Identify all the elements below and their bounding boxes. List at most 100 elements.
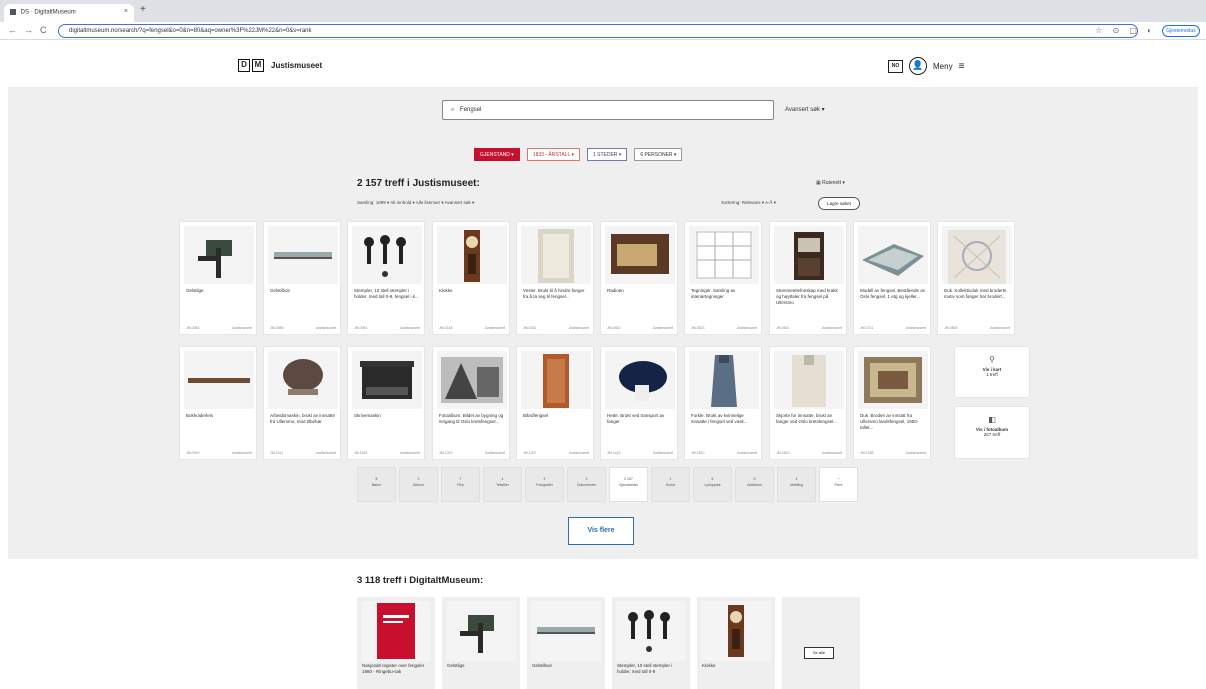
type-chip[interactable]: 2 157 Gjenstander — [609, 467, 648, 502]
result-card[interactable]: Forkle. Brukt av kvinnelige innsatte i f… — [684, 346, 762, 460]
result-card[interactable]: Båndfengsel JM.1307 Justismuseet — [516, 346, 594, 460]
new-tab-button[interactable]: + — [140, 4, 146, 15]
result-card[interactable]: Skjorte for innsatte, brukt av fanger ve… — [769, 346, 847, 460]
result-owner: Justismuseet — [315, 451, 336, 455]
result-thumbnail — [858, 351, 928, 409]
result-card[interactable]: Stempler, 10 stell stempler i holder, me… — [347, 221, 425, 335]
gallery-view-card[interactable]: ◧ Vis i fotoalbum 267 treff — [954, 406, 1030, 459]
result-card[interactable]: Vester. Brukt til å hindre fanger fra å … — [516, 221, 594, 335]
result-owner: Justismuseet — [399, 326, 420, 330]
type-chip[interactable]: 2 Arkiver — [399, 467, 438, 502]
type-label: Kunst — [666, 483, 675, 487]
dm-result-card[interactable]: Nasjonalt register over fengsler 1980 - … — [357, 597, 435, 689]
dm-result-card[interactable]: Gelstilge — [442, 597, 520, 689]
dm-result-card[interactable]: Stempler, 10 stell stempler i holder, me… — [612, 597, 690, 689]
logo-letter-d: D — [238, 59, 250, 72]
tab-title: DS · DigitaltMuseum — [20, 9, 76, 16]
result-card[interactable]: Radioen JM.0452 Justismuseet — [600, 221, 678, 335]
reload-button[interactable]: C — [40, 25, 47, 35]
result-owner: Justismuseet — [905, 451, 926, 455]
forward-button[interactable]: → — [24, 25, 33, 35]
result-meta: JM.1307 Justismuseet — [523, 451, 589, 455]
type-chip[interactable]: 4 Utstilling — [777, 467, 816, 502]
type-label: Dokumenter — [576, 483, 597, 487]
side-card-sub: 267 treff — [983, 432, 1001, 437]
see-all-button[interactable]: Se alle — [804, 647, 834, 659]
dm-see-all-card[interactable]: Se alle — [782, 597, 860, 689]
result-card[interactable]: Arbeidsmaskin, brukt av innsatte fra Ull… — [263, 346, 341, 460]
gallery-icon: ◧ — [988, 415, 996, 424]
profile-button[interactable]: Gjestemodus — [1162, 25, 1200, 37]
map-pin-icon: ⚲ — [989, 355, 995, 364]
user-icon[interactable]: 👤 — [909, 57, 927, 75]
dm-result-card[interactable]: Gelstilboir — [527, 597, 605, 689]
dm-result-thumbnail — [446, 601, 516, 661]
result-meta: JM.1788 Justismuseet — [860, 451, 926, 455]
browser-toolbar: ← → C digitaltmuseum.no/search/?q=fengse… — [0, 22, 1206, 40]
result-owner: Justismuseet — [231, 326, 252, 330]
type-chip[interactable]: 5 Arkitektur — [735, 467, 774, 502]
result-meta: JM.0085 Justismuseet — [270, 326, 336, 330]
result-owner: Justismuseet — [315, 326, 336, 330]
map-view-card[interactable]: ⚲ Vis i kart 1 treff — [954, 346, 1030, 398]
menu-label[interactable]: Meny — [933, 62, 953, 71]
dm-result-caption: Stempler, 10 stell stempler i holder, me… — [617, 663, 673, 674]
result-caption: Duk. Kollektivduk med broderte motiv som… — [944, 288, 1007, 299]
result-caption: Arbeidsmaskin, brukt av innsatte fra Ull… — [270, 413, 336, 424]
type-chip[interactable]: 1 Kunst — [651, 467, 690, 502]
result-owner: Justismuseet — [568, 451, 589, 455]
result-card[interactable]: Gelstilboir JM.0085 Justismuseet — [263, 221, 341, 335]
result-thumbnail — [437, 226, 507, 284]
dm-result-thumbnail — [701, 601, 771, 661]
result-meta: JM.0331 Justismuseet — [523, 326, 589, 330]
result-owner: Justismuseet — [399, 451, 420, 455]
result-meta: JM.1520 Justismuseet — [691, 451, 757, 455]
type-chip[interactable]: 6 Lydopptak — [693, 467, 732, 502]
result-card[interactable]: Stemmetelefonskap med krakk og høyttaler… — [769, 221, 847, 335]
result-card[interactable]: Klokke JM.0148 Justismuseet — [432, 221, 510, 335]
result-meta: JM.0711 Justismuseet — [860, 326, 926, 330]
result-card[interactable]: Gelstilge JM.0082 Justismuseet — [179, 221, 257, 335]
type-chip[interactable]: 4 Tekstiler — [483, 467, 522, 502]
type-chip[interactable]: 8 Bøker — [357, 467, 396, 502]
tab-close-icon[interactable]: × — [124, 8, 128, 15]
type-chip[interactable]: 3 Dokumenter — [567, 467, 606, 502]
result-meta: JM.1011 Justismuseet — [270, 451, 336, 455]
result-thumbnail — [605, 226, 675, 284]
result-card[interactable]: Duk. Broderi av innsatt fra Ullersmo lan… — [853, 346, 931, 460]
result-card[interactable]: Hette. Brukt ved transport av fanger JM.1… — [600, 346, 678, 460]
type-label: Utstilling — [789, 483, 804, 487]
result-card[interactable]: Modell av fengsel. Bestående av Oslo fen… — [853, 221, 931, 335]
result-id: JM.0601 — [776, 326, 790, 330]
browser-action-icons[interactable]: ☆ ⊙ ▢ ◐ — [1095, 26, 1156, 35]
result-card[interactable]: Skrivemaskin JM.1109 Justismuseet — [347, 346, 425, 460]
result-card[interactable]: Fotoalbum. Bildet av bygning og inngang … — [432, 346, 510, 460]
digitaltmuseum-title: 3 118 treff i DigitaltMuseum: — [357, 575, 484, 586]
result-thumbnail — [437, 351, 507, 409]
site-logo[interactable]: D M Justismuseet — [238, 59, 322, 72]
result-thumbnail — [184, 226, 254, 284]
result-meta: JM.0805 Justismuseet — [944, 326, 1010, 330]
result-id: JM.1202 — [439, 451, 453, 455]
result-card[interactable]: Duk. Kollektivduk med broderte motiv som… — [937, 221, 1015, 335]
type-chip[interactable]: ··· Flere — [819, 467, 858, 502]
result-caption: Tegninger. Samling av interiørtegninger — [691, 288, 736, 299]
type-chip[interactable]: 9 Fotografier — [525, 467, 564, 502]
browser-tab[interactable]: DS · DigitaltMuseum × — [4, 4, 134, 22]
type-chip[interactable]: 7 Film — [441, 467, 480, 502]
result-card[interactable]: Bokhoiderleis JM.0919 Justismuseet — [179, 346, 257, 460]
result-thumbnail — [268, 351, 338, 409]
result-card[interactable]: Tegninger. Samling av interiørtegninger J… — [684, 221, 762, 335]
result-id: JM.0085 — [270, 326, 284, 330]
show-more-button[interactable]: Vis flere — [568, 517, 634, 545]
language-button[interactable]: NO — [888, 59, 903, 73]
result-thumbnail — [268, 226, 338, 284]
back-button[interactable]: ← — [8, 25, 17, 35]
result-id: JM.1109 — [354, 451, 368, 455]
browser-tabbar: DS · DigitaltMuseum × + — [0, 0, 1206, 22]
hamburger-icon[interactable]: ≡ — [959, 61, 965, 72]
result-owner: Justismuseet — [652, 451, 673, 455]
result-thumbnail — [521, 226, 591, 284]
address-bar[interactable]: digitaltmuseum.no/search/?q=fengsel&o=0&… — [58, 24, 1138, 38]
dm-result-card[interactable]: Klokke — [697, 597, 775, 689]
